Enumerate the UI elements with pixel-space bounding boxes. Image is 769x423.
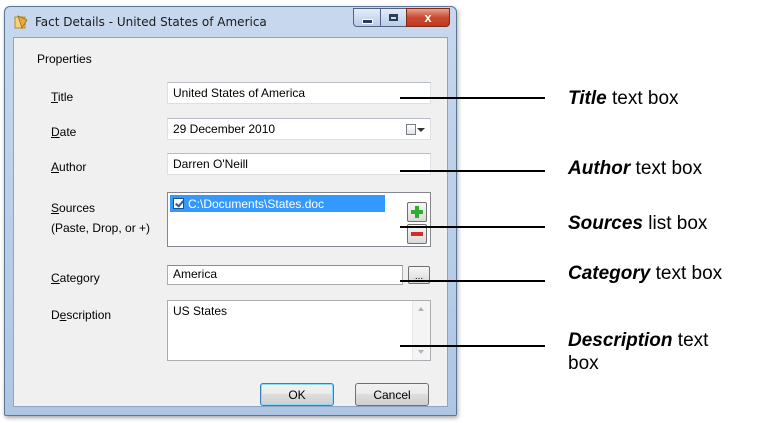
- category-label: Category: [51, 271, 100, 285]
- maximize-button[interactable]: [380, 8, 406, 27]
- author-annotation-bold: Author: [568, 158, 631, 179]
- category-value: America: [173, 267, 218, 281]
- add-source-button[interactable]: [407, 202, 427, 222]
- author-label-rest: uthor: [59, 160, 87, 174]
- sources-annotation-bold: Sources: [568, 213, 643, 234]
- window-title: Fact Details - United States of America: [35, 15, 267, 29]
- dialog-client-area: Properties Title United States of Americ…: [13, 37, 448, 407]
- author-label: Author: [51, 160, 86, 174]
- title-value: United States of America: [173, 86, 306, 100]
- minus-icon: [411, 232, 423, 236]
- sources-annotation-rest: list box: [642, 213, 708, 234]
- category-leader-line: [400, 280, 545, 282]
- description-value: US States: [173, 304, 228, 318]
- description-annotation-line2: box: [568, 353, 599, 374]
- sources-list-box[interactable]: C:\Documents\States.doc: [167, 192, 431, 247]
- author-text-box[interactable]: Darren O'Neill: [167, 153, 431, 175]
- title-label-mnemonic: T: [51, 90, 58, 104]
- title-bar[interactable]: Fact Details - United States of America …: [5, 7, 456, 37]
- sources-hint: (Paste, Drop, or +): [51, 221, 151, 235]
- date-picker[interactable]: 29 December 2010: [167, 118, 431, 140]
- plus-icon: [411, 206, 423, 218]
- properties-group-label: Properties: [37, 52, 92, 66]
- app-icon: [14, 15, 28, 29]
- date-label-rest: ate: [59, 125, 77, 139]
- sources-label: Sources: [51, 201, 95, 215]
- ok-button-label: OK: [288, 387, 306, 402]
- ok-button[interactable]: OK: [260, 383, 334, 406]
- title-annotation-bold: Title: [568, 88, 607, 109]
- title-label: Title: [51, 90, 73, 104]
- category-text-box[interactable]: America: [167, 265, 403, 285]
- scroll-up-icon[interactable]: [418, 307, 424, 311]
- sources-leader-line: [400, 226, 545, 228]
- author-leader-line: [400, 170, 545, 172]
- description-text-box[interactable]: US States: [167, 300, 431, 361]
- date-value: 29 December 2010: [173, 122, 276, 136]
- date-label: Date: [51, 125, 76, 139]
- category-annotation-rest: text box: [650, 263, 723, 284]
- author-annotation-rest: text box: [630, 158, 703, 179]
- source-path: C:\Documents\States.doc: [188, 196, 325, 211]
- description-label: Description: [51, 308, 111, 322]
- description-annotation: Description text box: [568, 329, 708, 375]
- category-annotation-bold: Category: [568, 263, 651, 284]
- fact-details-window: Fact Details - United States of America …: [4, 6, 457, 416]
- scroll-down-icon[interactable]: [418, 350, 424, 354]
- title-text-box[interactable]: United States of America: [167, 82, 431, 104]
- calendar-icon[interactable]: [406, 124, 416, 135]
- sources-label-rest: ources: [59, 201, 96, 215]
- source-checkbox[interactable]: [173, 198, 184, 209]
- maximize-icon: [389, 14, 398, 21]
- author-value: Darren O'Neill: [173, 157, 248, 171]
- minimize-button[interactable]: [353, 8, 380, 27]
- category-label-rest: ategory: [59, 271, 100, 285]
- title-leader-line: [400, 97, 545, 99]
- title-annotation-rest: text box: [606, 88, 679, 109]
- description-scrollbar[interactable]: [412, 301, 430, 360]
- author-label-mnemonic: A: [51, 160, 60, 174]
- sources-annotation: Sources list box: [568, 212, 707, 235]
- title-label-rest: itle: [57, 90, 74, 104]
- chevron-down-icon[interactable]: [417, 128, 425, 132]
- cancel-button[interactable]: Cancel: [355, 383, 429, 406]
- description-annotation-rest: text: [672, 330, 709, 351]
- author-annotation: Author text box: [568, 157, 702, 180]
- description-leader-line: [400, 345, 545, 347]
- sources-label-mnemonic: S: [51, 201, 60, 215]
- minimize-icon: [361, 18, 373, 24]
- close-icon: x: [424, 10, 432, 25]
- category-label-mnemonic: C: [51, 271, 60, 285]
- description-label-rest: scription: [66, 308, 112, 322]
- title-annotation: Title text box: [568, 87, 679, 110]
- category-annotation: Category text box: [568, 262, 722, 285]
- close-button[interactable]: x: [406, 8, 450, 27]
- cancel-button-label: Cancel: [373, 387, 411, 402]
- description-label-pre: D: [51, 308, 60, 322]
- date-label-mnemonic: D: [51, 125, 60, 139]
- description-annotation-bold: Description: [568, 330, 673, 351]
- list-item[interactable]: C:\Documents\States.doc: [170, 195, 385, 212]
- caption-buttons: x: [353, 8, 450, 28]
